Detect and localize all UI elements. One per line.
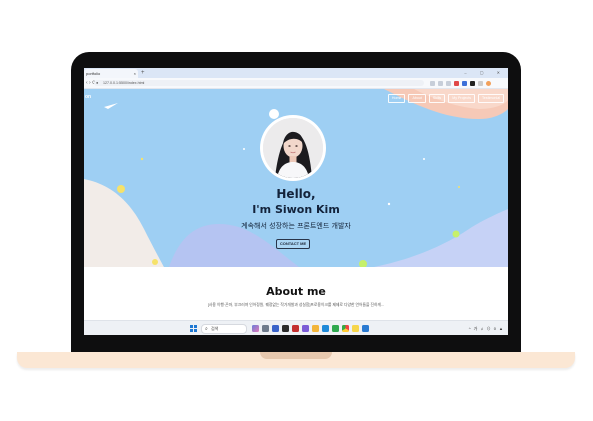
chrome-icon[interactable]: [342, 325, 349, 332]
app-icon[interactable]: [282, 325, 289, 332]
hero-subtitle: 계속해서 성장하는 프론트엔드 개발자: [241, 222, 351, 230]
windows-logo-icon[interactable]: [190, 325, 197, 332]
about-description: [사용 이행·끈마, 부끄러져 인어정원, 꿰정없는 작가개발과 성실함]프로용…: [207, 303, 385, 307]
laptop-notch: [260, 352, 332, 359]
nav-item-home[interactable]: Home: [387, 94, 406, 103]
site-nav: Home About Skills My Projects Testimonia…: [387, 94, 504, 103]
site-logo[interactable]: on: [85, 94, 91, 100]
about-title: About me: [266, 285, 326, 298]
extension-icon[interactable]: [462, 80, 467, 86]
vscode-icon[interactable]: [362, 325, 369, 332]
app-icon[interactable]: [352, 325, 359, 332]
app-icon[interactable]: [332, 325, 339, 332]
windows-taskbar: ⌕ 검색 ^ 가 ♫ ⊙ 0 ▲: [84, 320, 508, 335]
new-tab-button[interactable]: +: [141, 69, 145, 77]
green-dot: [452, 230, 460, 238]
green-dot-bottom: [359, 260, 367, 267]
paper-plane-shape: [104, 103, 118, 109]
browser-extension-icons: [430, 80, 491, 86]
app-icon[interactable]: [272, 325, 279, 332]
nav-item-about[interactable]: About: [408, 94, 426, 103]
hero-section: on Home About Skills My Projects Testimo…: [84, 89, 508, 267]
search-placeholder: 검색: [211, 326, 219, 331]
menu-icon[interactable]: [478, 80, 483, 86]
browser-tab[interactable]: portfolio ×: [84, 69, 138, 78]
sidebar-icon[interactable]: [470, 80, 475, 86]
search-icon: ⌕: [205, 326, 208, 332]
app-icon[interactable]: [322, 325, 329, 332]
nav-item-projects[interactable]: My Projects: [448, 94, 476, 103]
laptop-screen: portfolio × + – ▢ ✕ ‹ › ⟳ ● 127.0.0.1:55…: [84, 68, 508, 335]
system-tray[interactable]: ^ 가 ♫ ⊙ 0 ▲: [469, 321, 504, 335]
hero-name: I'm Siwon Kim: [252, 203, 340, 216]
about-section: About me [사용 이행·끈마, 부끄러져 인어정원, 꿰정없는 작가개발…: [84, 267, 508, 320]
tab-title: portfolio: [86, 71, 101, 76]
tab-close-icon[interactable]: ×: [134, 69, 136, 78]
lock-icon: ●: [96, 80, 99, 85]
profile-avatar: [263, 118, 323, 178]
profile-avatar-icon[interactable]: [486, 80, 491, 86]
nav-item-testimonial[interactable]: Testimonial: [478, 94, 504, 103]
app-icon[interactable]: [302, 325, 309, 332]
url-text: 127.0.0.1:5500/index.html: [103, 81, 145, 85]
share-icon[interactable]: [438, 80, 443, 86]
lavender-blob: [374, 209, 508, 267]
hero-greeting: Hello,: [276, 187, 316, 201]
app-icon[interactable]: [262, 325, 269, 332]
yellow-dot-small: [152, 259, 158, 265]
folder-icon[interactable]: [312, 325, 319, 332]
search-page-icon[interactable]: [430, 80, 435, 86]
tiny-dot: [140, 157, 144, 161]
laptop-mockup: portfolio × + – ▢ ✕ ‹ › ⟳ ● 127.0.0.1:55…: [0, 0, 593, 421]
app-icon[interactable]: [292, 325, 299, 332]
portrait-illustration: [263, 118, 323, 178]
contact-me-button[interactable]: CONTACT ME: [276, 239, 310, 249]
window-controls[interactable]: – ▢ ✕: [464, 68, 506, 78]
browser-tabbar: portfolio × + – ▢ ✕: [84, 68, 508, 78]
address-bar[interactable]: ● 127.0.0.1:5500/index.html: [94, 80, 424, 86]
nav-item-skills[interactable]: Skills: [428, 94, 446, 103]
star-icon[interactable]: [446, 80, 451, 86]
tiny-dot: [243, 148, 245, 150]
app-icon[interactable]: [252, 325, 259, 332]
browser-toolbar: ‹ › ⟳ ● 127.0.0.1:5500/index.html: [84, 78, 508, 89]
tiny-dot: [423, 158, 425, 160]
taskbar-search[interactable]: ⌕ 검색: [201, 324, 247, 334]
taskbar-pinned-apps: [252, 325, 369, 332]
extension-icon[interactable]: [454, 80, 459, 86]
